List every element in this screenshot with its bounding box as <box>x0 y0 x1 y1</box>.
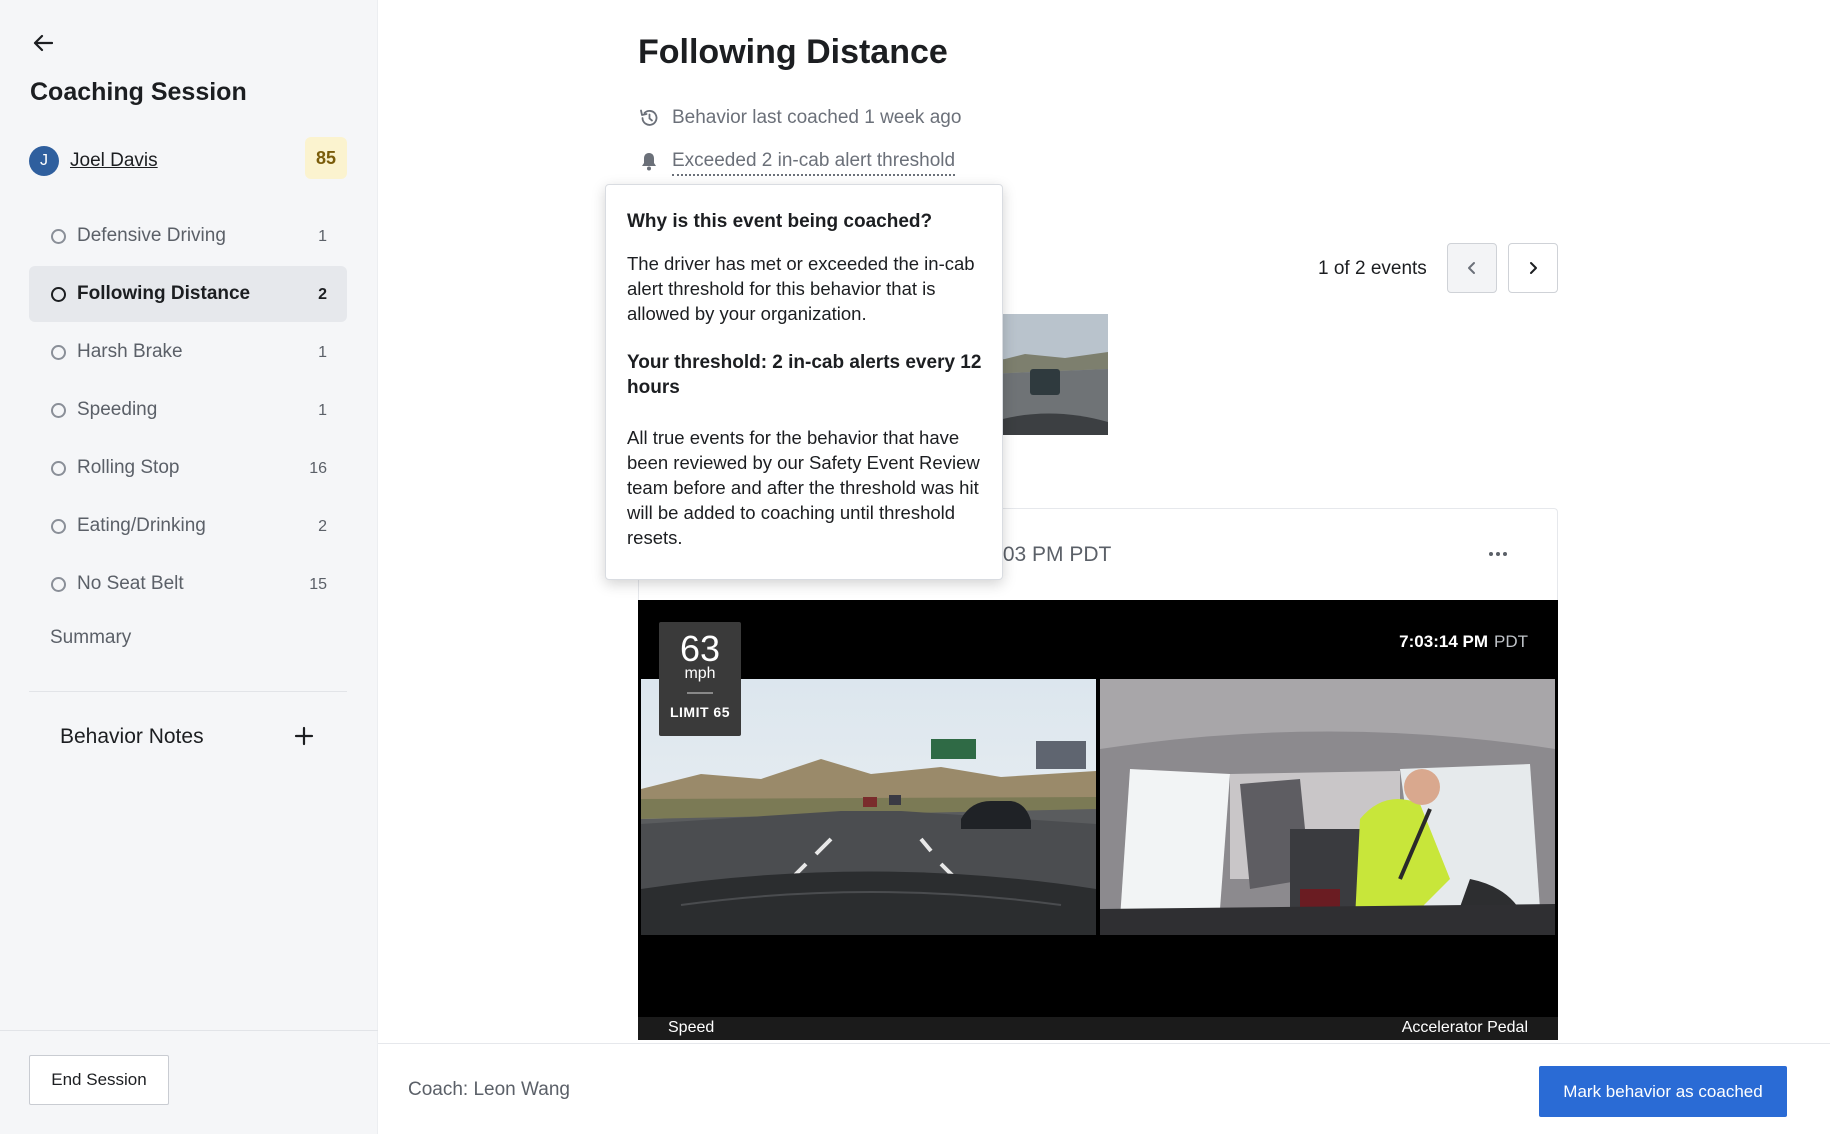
behavior-label: Harsh Brake <box>77 341 183 362</box>
history-clock-icon <box>640 109 658 126</box>
next-event-button[interactable] <box>1508 243 1558 293</box>
behavior-count: 1 <box>318 402 327 419</box>
sidebar-item-defensive-driving[interactable]: Defensive Driving 1 <box>29 208 347 264</box>
avatar: J <box>29 146 59 176</box>
main-footer: Coach: Leon Wang Mark behavior as coache… <box>378 1043 1830 1134</box>
page-title: Following Distance <box>638 33 948 71</box>
driver-name-link[interactable]: Joel Davis <box>70 150 158 172</box>
behavior-count: 16 <box>309 460 327 477</box>
behavior-count: 1 <box>318 228 327 245</box>
sidebar-item-no-seat-belt[interactable]: No Seat Belt 15 <box>29 556 347 612</box>
behavior-label: Following Distance <box>77 283 251 304</box>
behavior-count: 2 <box>318 518 327 535</box>
circle-status-icon <box>51 461 66 476</box>
video-player[interactable]: 7:03:14 PM PDT 63 mph LIMIT 65 Speed Acc… <box>638 600 1558 1040</box>
threshold-tooltip-trigger[interactable]: Exceeded 2 in-cab alert threshold <box>672 150 956 176</box>
event-time: :03 PM PDT <box>997 543 1112 566</box>
behavior-label: Eating/Drinking <box>77 515 206 536</box>
speed-limit: LIMIT 65 <box>669 704 730 720</box>
sidebar-item-harsh-brake[interactable]: Harsh Brake 1 <box>29 324 347 380</box>
telemetry-bar: Speed Accelerator Pedal <box>638 1017 1558 1040</box>
driver-row: J Joel Davis 85 <box>29 137 347 179</box>
divider <box>687 692 713 694</box>
video-timezone: PDT <box>1494 632 1528 651</box>
back-arrow-icon[interactable] <box>28 30 58 56</box>
sidebar-item-rolling-stop[interactable]: Rolling Stop 16 <box>29 440 347 496</box>
threshold-tooltip: Why is this event being coached? The dri… <box>605 184 1003 580</box>
event-thumbnail[interactable] <box>985 314 1108 435</box>
mark-behavior-coached-button[interactable]: Mark behavior as coached <box>1539 1066 1787 1117</box>
chevron-right-icon <box>1530 262 1537 274</box>
circle-status-icon <box>51 403 66 418</box>
sidebar-item-eating-drinking[interactable]: Eating/Drinking 2 <box>29 498 347 554</box>
events-counter: 1 of 2 events <box>1318 258 1427 279</box>
speed-value: 63 <box>679 628 721 669</box>
add-note-plus-icon[interactable] <box>290 722 318 750</box>
behavior-label: Speeding <box>77 399 158 420</box>
last-coached-text: Behavior last coached 1 week ago <box>672 107 962 128</box>
circle-status-icon <box>51 577 66 592</box>
threshold-row: Exceeded 2 in-cab alert threshold <box>638 147 1018 176</box>
last-coached-row: Behavior last coached 1 week ago <box>638 104 998 132</box>
circle-status-icon <box>51 345 66 360</box>
divider <box>0 1030 378 1031</box>
sidebar-item-following-distance[interactable]: Following Distance 2 <box>29 266 347 322</box>
tooltip-heading: Why is this event being coached? <box>627 211 933 232</box>
speed-telemetry-label: Speed <box>668 1019 715 1036</box>
behavior-count: 15 <box>309 576 327 593</box>
tooltip-threshold: Your threshold: 2 in-cab alerts every 12… <box>627 352 982 398</box>
behavior-list: Defensive Driving 1 Following Distance 2… <box>29 208 347 614</box>
sidebar-item-summary[interactable]: Summary <box>50 627 131 649</box>
more-options-icon[interactable] <box>1483 547 1513 561</box>
bell-icon <box>642 153 656 171</box>
sidebar: Coaching Session J Joel Davis 85 Defensi… <box>0 0 378 1134</box>
behavior-label: Defensive Driving <box>77 225 226 246</box>
cab-camera-frame <box>1100 679 1555 935</box>
circle-status-icon <box>51 229 66 244</box>
circle-status-icon <box>51 519 66 534</box>
accelerator-telemetry-label: Accelerator Pedal <box>1401 1019 1528 1036</box>
sidebar-item-speeding[interactable]: Speeding 1 <box>29 382 347 438</box>
behavior-count: 2 <box>318 286 327 303</box>
speed-overlay: 63 mph LIMIT 65 <box>659 622 741 736</box>
video-time: 7:03:14 PM <box>1399 632 1488 651</box>
tooltip-body: The driver has met or exceeded the in-ca… <box>627 253 975 324</box>
video-timestamp: 7:03:14 PM PDT <box>1399 632 1528 652</box>
divider <box>29 691 347 692</box>
behavior-notes-label: Behavior Notes <box>60 725 204 748</box>
tooltip-details: All true events for the behavior that ha… <box>627 427 980 548</box>
safety-score-badge: 85 <box>305 137 347 179</box>
session-title: Coaching Session <box>30 78 247 106</box>
coach-label: Coach: Leon Wang <box>408 1079 570 1100</box>
behavior-count: 1 <box>318 344 327 361</box>
circle-status-icon <box>51 287 66 302</box>
behavior-label: Rolling Stop <box>77 457 180 478</box>
speed-unit: mph <box>684 665 716 682</box>
behavior-notes-row: Behavior Notes <box>60 722 318 752</box>
chevron-left-icon <box>1468 262 1475 274</box>
previous-event-button[interactable] <box>1447 243 1497 293</box>
behavior-label: No Seat Belt <box>77 573 184 594</box>
end-session-button[interactable]: End Session <box>29 1055 169 1105</box>
